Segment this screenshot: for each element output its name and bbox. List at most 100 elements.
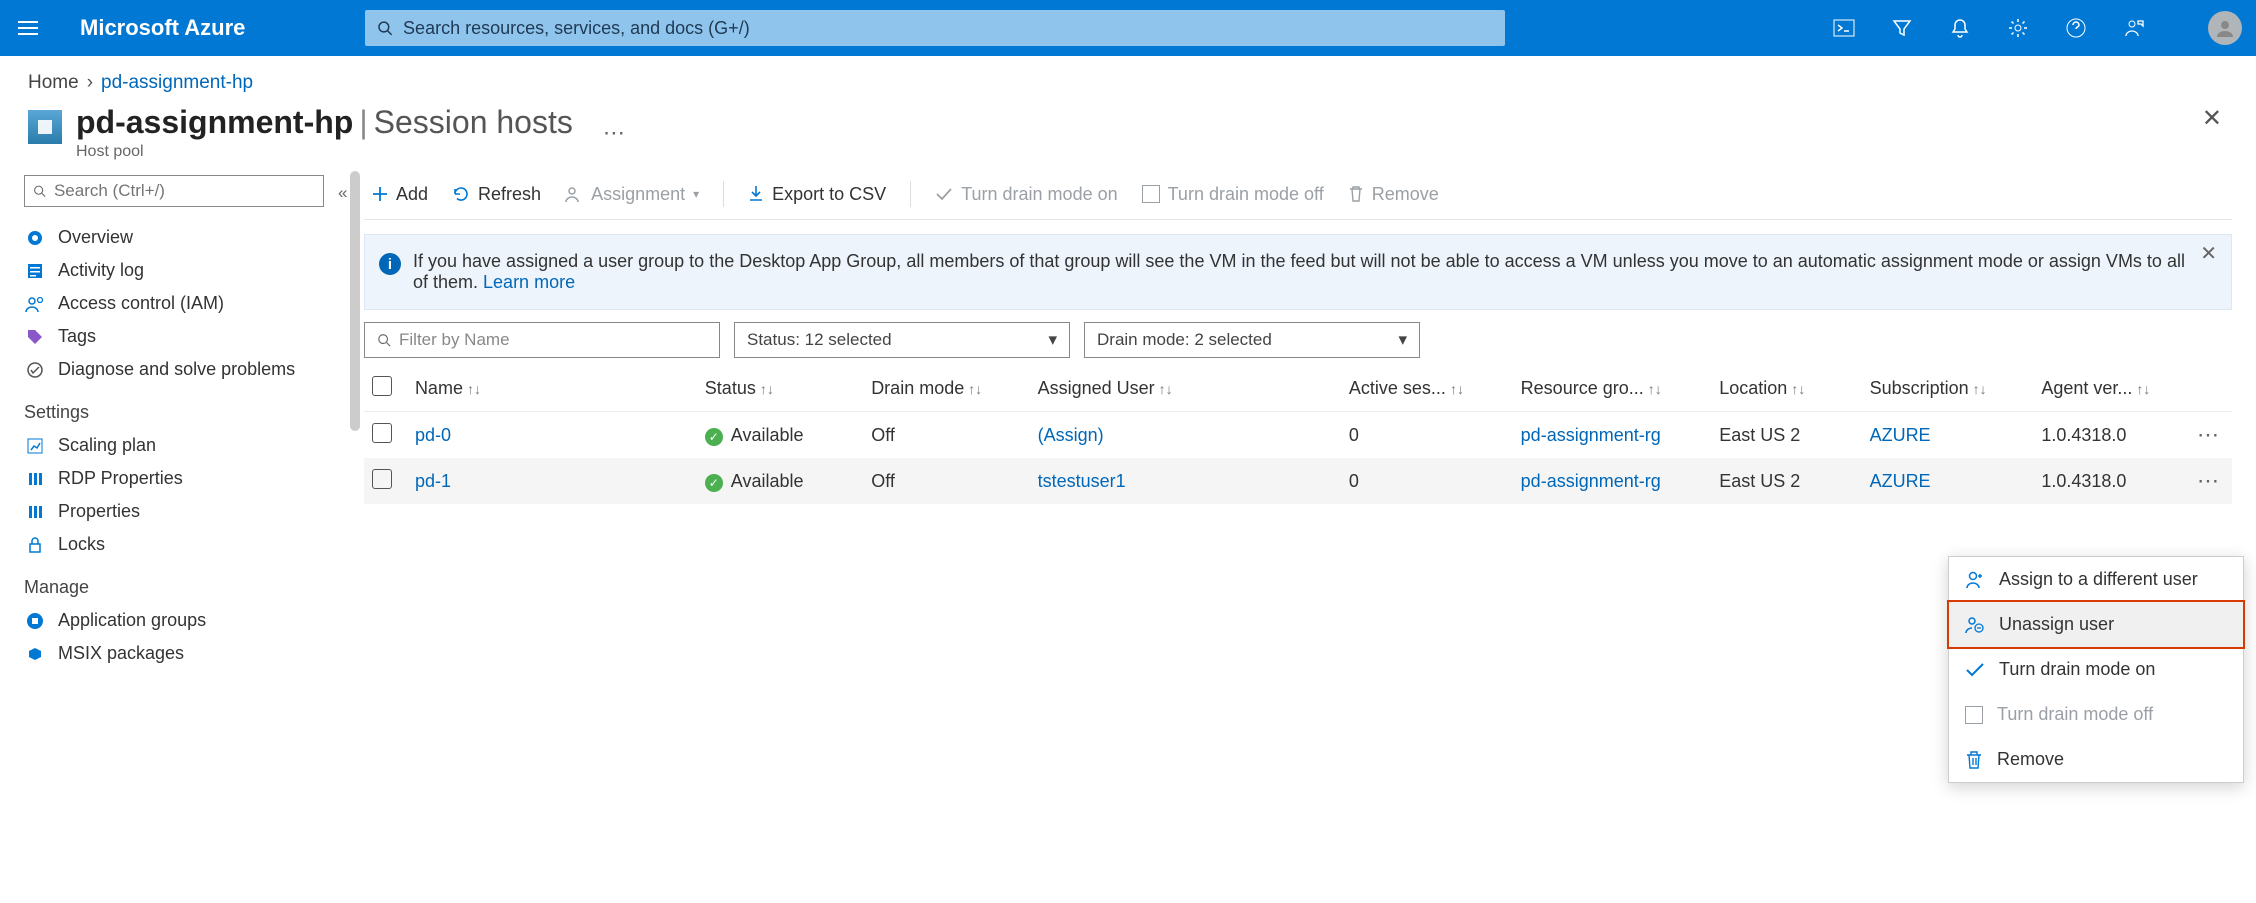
export-csv-button[interactable]: Export to CSV — [748, 184, 886, 205]
host-name-link[interactable]: pd-1 — [415, 471, 451, 491]
hamburger-menu[interactable] — [0, 21, 56, 35]
assigned-user-link[interactable]: tstestuser1 — [1038, 471, 1126, 491]
col-assigned[interactable]: Assigned User — [1038, 378, 1155, 398]
remove-button[interactable]: Remove — [1348, 184, 1439, 205]
iam-icon — [25, 295, 45, 313]
search-icon — [33, 184, 46, 198]
sidebar-item-rdp-properties[interactable]: RDP Properties — [24, 462, 350, 495]
brand-label[interactable]: Microsoft Azure — [80, 15, 245, 41]
notifications-button[interactable] — [1946, 14, 1974, 42]
feedback-button[interactable] — [2120, 14, 2148, 42]
add-button[interactable]: Add — [372, 184, 428, 205]
close-blade-button[interactable]: ✕ — [2202, 104, 2228, 133]
resource-menu: « Overview Activity log Access control (… — [0, 169, 356, 903]
filter-button[interactable] — [1888, 14, 1916, 42]
sidebar-item-overview[interactable]: Overview — [24, 221, 350, 254]
rg-link[interactable]: pd-assignment-rg — [1521, 425, 1661, 445]
sidebar-item-access-control[interactable]: Access control (IAM) — [24, 287, 350, 320]
table-row[interactable]: pd-1 ✓Available Off tstestuser1 0 pd-ass… — [364, 458, 2232, 504]
col-name[interactable]: Name — [415, 378, 463, 398]
more-actions-button[interactable]: ⋯ — [603, 120, 625, 146]
ctx-unassign-user[interactable]: Unassign user — [1949, 602, 2243, 647]
collapse-menu-button[interactable]: « — [338, 183, 347, 203]
row-context-menu-button[interactable]: ⋯ — [2197, 468, 2219, 493]
global-search[interactable] — [365, 10, 1505, 46]
col-agent[interactable]: Agent ver... — [2041, 378, 2132, 398]
col-subscription[interactable]: Subscription — [1870, 378, 1969, 398]
person-feedback-icon — [2124, 18, 2144, 38]
sidebar-item-scaling-plan[interactable]: Scaling plan — [24, 429, 350, 462]
sidebar-item-application-groups[interactable]: Application groups — [24, 604, 350, 637]
cell-active: 0 — [1341, 458, 1513, 504]
cell-agent: 1.0.4318.0 — [2033, 412, 2189, 459]
ctx-remove[interactable]: Remove — [1949, 737, 2243, 782]
content-area: Add Refresh Assignment▾ Export to CSV Tu… — [356, 169, 2256, 903]
assignment-button[interactable]: Assignment▾ — [565, 184, 699, 205]
host-name-link[interactable]: pd-0 — [415, 425, 451, 445]
ctx-drain-mode-on[interactable]: Turn drain mode on — [1949, 647, 2243, 692]
sidebar-item-tags[interactable]: Tags — [24, 320, 350, 353]
breadcrumb-separator: › — [87, 72, 93, 94]
rdp-icon — [26, 470, 44, 488]
sidebar-item-activity-log[interactable]: Activity log — [24, 254, 350, 287]
check-icon — [1965, 662, 1985, 678]
global-search-input[interactable] — [403, 18, 1493, 39]
sidebar-item-label: Activity log — [58, 260, 144, 281]
sidebar-item-label: Properties — [58, 501, 140, 522]
filter-by-name[interactable]: Filter by Name — [364, 322, 720, 358]
toolbar-divider — [723, 181, 724, 207]
row-checkbox[interactable] — [372, 423, 392, 443]
dismiss-info-button[interactable]: ✕ — [2200, 241, 2217, 266]
learn-more-link[interactable]: Learn more — [483, 272, 575, 292]
sidebar-section-settings: Settings — [24, 402, 350, 423]
sidebar-item-locks[interactable]: Locks — [24, 528, 350, 561]
breadcrumb-current[interactable]: pd-assignment-hp — [101, 72, 253, 94]
diagnose-icon — [26, 361, 44, 379]
user-avatar[interactable] — [2208, 11, 2242, 45]
row-checkbox[interactable] — [372, 469, 392, 489]
cloud-shell-button[interactable] — [1830, 14, 1858, 42]
cell-active: 0 — [1341, 412, 1513, 459]
row-context-menu-button[interactable]: ⋯ — [2197, 422, 2219, 447]
info-icon: i — [379, 253, 401, 275]
trash-icon — [1965, 750, 1983, 770]
table-row[interactable]: pd-0 ✓Available Off (Assign) 0 pd-assign… — [364, 412, 2232, 459]
cell-agent: 1.0.4318.0 — [2033, 458, 2189, 504]
col-active[interactable]: Active ses... — [1349, 378, 1446, 398]
checkbox-icon — [1965, 706, 1983, 724]
sidebar-section-manage: Manage — [24, 577, 350, 598]
sidebar-item-properties[interactable]: Properties — [24, 495, 350, 528]
subscription-link[interactable]: AZURE — [1870, 425, 1931, 445]
resource-menu-search-input[interactable] — [54, 181, 315, 201]
drain-filter[interactable]: Drain mode: 2 selected▾ — [1084, 322, 1420, 358]
topbar-icons — [1830, 11, 2256, 45]
rg-link[interactable]: pd-assignment-rg — [1521, 471, 1661, 491]
col-drain[interactable]: Drain mode — [871, 378, 964, 398]
drain-off-button[interactable]: Turn drain mode off — [1142, 184, 1324, 205]
resource-menu-search[interactable] — [24, 175, 324, 207]
status-filter[interactable]: Status: 12 selected▾ — [734, 322, 1070, 358]
select-all-checkbox[interactable] — [372, 376, 392, 396]
sidebar-item-diagnose[interactable]: Diagnose and solve problems — [24, 353, 350, 386]
col-rg[interactable]: Resource gro... — [1521, 378, 1644, 398]
command-bar: Add Refresh Assignment▾ Export to CSV Tu… — [364, 173, 2232, 220]
assign-link[interactable]: (Assign) — [1038, 425, 1104, 445]
help-button[interactable] — [2062, 14, 2090, 42]
refresh-button[interactable]: Refresh — [452, 184, 541, 205]
sidebar-item-label: RDP Properties — [58, 468, 183, 489]
person-icon — [565, 185, 583, 203]
search-icon — [377, 20, 393, 36]
avatar-icon — [2214, 17, 2236, 39]
settings-button[interactable] — [2004, 14, 2032, 42]
breadcrumb-home[interactable]: Home — [28, 72, 79, 94]
sidebar-item-msix-packages[interactable]: MSIX packages — [24, 637, 350, 670]
col-status[interactable]: Status — [705, 378, 756, 398]
appgroups-icon — [26, 612, 44, 630]
subscription-link[interactable]: AZURE — [1870, 471, 1931, 491]
azure-topbar: Microsoft Azure — [0, 0, 2256, 56]
drain-on-button[interactable]: Turn drain mode on — [935, 184, 1117, 205]
cell-location: East US 2 — [1711, 458, 1861, 504]
col-location[interactable]: Location — [1719, 378, 1787, 398]
ctx-assign-different-user[interactable]: Assign to a different user — [1949, 557, 2243, 602]
plus-icon — [372, 186, 388, 202]
